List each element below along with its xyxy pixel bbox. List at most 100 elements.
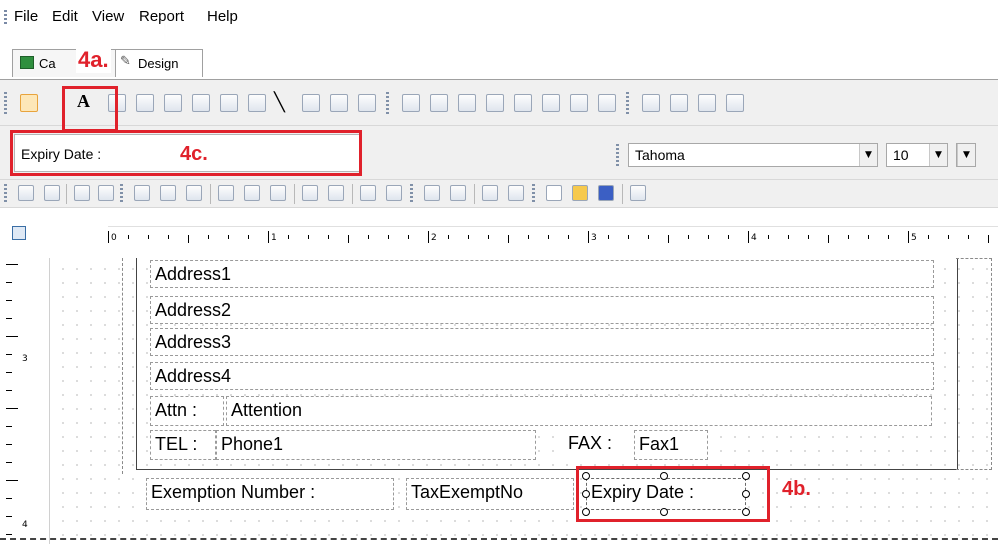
align-centers-icon[interactable] — [160, 185, 176, 201]
font-size-select[interactable]: 10 ▼ — [886, 143, 948, 167]
new-file-icon[interactable] — [546, 185, 562, 201]
field-tool-icon-3[interactable] — [458, 94, 476, 112]
pencil-icon: ✎ — [120, 54, 131, 69]
ruler-tick — [948, 235, 949, 239]
field-tool-icon-6[interactable] — [542, 94, 560, 112]
align-tops-icon[interactable] — [218, 185, 234, 201]
toolbar-grip-4 — [616, 144, 619, 166]
ruler-tick — [808, 235, 809, 239]
vruler-tick — [6, 282, 12, 283]
align-middles-icon[interactable] — [244, 185, 260, 201]
save-icon[interactable] — [598, 185, 614, 201]
vruler-tick — [6, 408, 18, 409]
menu-edit[interactable]: Edit — [52, 8, 78, 25]
field-tool-icon-8[interactable] — [598, 94, 616, 112]
preview-icon[interactable] — [630, 185, 646, 201]
address4-field[interactable]: Address4 — [150, 362, 934, 390]
ruler-tick — [608, 235, 609, 239]
grow-icon[interactable] — [482, 185, 498, 201]
checkbox-tool-icon[interactable] — [136, 94, 154, 112]
rectangle-tool-icon[interactable] — [302, 94, 320, 112]
menu-report[interactable]: Report — [139, 8, 184, 25]
address1-field[interactable]: Address1 — [150, 260, 934, 288]
report-tool-icon-3[interactable] — [698, 94, 716, 112]
menu-file[interactable]: File — [14, 8, 38, 25]
line-tool-icon[interactable]: ╲ — [274, 92, 285, 113]
report-tool-icon-2[interactable] — [670, 94, 688, 112]
ruler-tick — [868, 235, 869, 239]
ruler-tick — [688, 235, 689, 239]
space-vertical-icon[interactable] — [328, 185, 344, 201]
font-color-select[interactable]: ▼ — [956, 143, 976, 167]
move-up-icon[interactable] — [424, 185, 440, 201]
annotation-label-4b: 4b. — [782, 478, 811, 500]
annotation-label-4c: 4c. — [180, 143, 208, 165]
address3-field[interactable]: Address3 — [150, 328, 934, 356]
same-height-icon[interactable] — [386, 185, 402, 201]
report-tool-icon-1[interactable] — [642, 94, 660, 112]
bring-front-icon[interactable] — [74, 185, 90, 201]
toolbar-grip-6 — [120, 184, 123, 204]
ruler-tick — [508, 235, 509, 243]
barcode-tool-icon[interactable] — [330, 94, 348, 112]
font-name-select[interactable]: Tahoma ▼ — [628, 143, 878, 167]
toolbar-grip-3 — [626, 92, 629, 114]
font-name-value: Tahoma — [635, 147, 685, 163]
field-tool-icon-4[interactable] — [486, 94, 504, 112]
menu-help[interactable]: Help — [207, 8, 238, 25]
ruler-tick — [248, 235, 249, 239]
ruler-label: 5 — [911, 233, 917, 243]
align-lefts-icon[interactable] — [134, 185, 150, 201]
field-tool-icon-2[interactable] — [430, 94, 448, 112]
ruler-tick — [408, 235, 409, 239]
address2-field[interactable]: Address2 — [150, 296, 934, 324]
exemption-number-label[interactable]: Exemption Number : — [146, 478, 394, 510]
tab-design[interactable]: ✎ Design — [115, 49, 203, 77]
ruler-tick — [768, 235, 769, 239]
vertical-ruler: 3 4 — [0, 258, 50, 544]
vruler-tick — [6, 354, 12, 355]
chevron-down-icon[interactable]: ▼ — [929, 144, 947, 166]
fax-label[interactable]: FAX : — [564, 430, 630, 460]
fax1-field[interactable]: Fax1 — [634, 430, 708, 460]
section-divider — [0, 538, 998, 540]
ruler-tick — [108, 231, 109, 243]
open-folder-icon[interactable] — [572, 185, 588, 201]
subreport-tool-icon[interactable] — [358, 94, 376, 112]
align-rights-icon[interactable] — [186, 185, 202, 201]
report-explorer-icon[interactable] — [12, 226, 26, 240]
ruler-tick — [788, 235, 789, 239]
send-back-icon[interactable] — [98, 185, 114, 201]
chart-tool-icon[interactable] — [192, 94, 210, 112]
align-center-icon[interactable] — [44, 185, 60, 201]
report-design-surface[interactable]: Address1 Address2 Address3 Address4 Attn… — [0, 258, 998, 544]
report-tool-icon-4[interactable] — [726, 94, 744, 112]
tax-exempt-no-field[interactable]: TaxExemptNo — [406, 478, 574, 510]
space-horizontal-icon[interactable] — [302, 185, 318, 201]
chevron-down-icon[interactable]: ▼ — [957, 144, 975, 166]
menu-view[interactable]: View — [92, 8, 124, 25]
ole-tool-icon[interactable] — [248, 94, 266, 112]
picture-tool-icon[interactable] — [164, 94, 182, 112]
attn-label[interactable]: Attn : — [150, 396, 224, 426]
move-down-icon[interactable] — [450, 185, 466, 201]
phone1-field[interactable]: Phone1 — [216, 430, 536, 460]
ruler-tick — [708, 235, 709, 239]
annotation-box-4b — [576, 466, 770, 522]
chevron-down-icon[interactable]: ▼ — [859, 144, 877, 166]
vruler-label-3: 3 — [22, 354, 28, 364]
menu-grip — [4, 10, 7, 26]
field-tool-icon-7[interactable] — [570, 94, 588, 112]
shrink-icon[interactable] — [508, 185, 524, 201]
field-tool-icon-5[interactable] — [514, 94, 532, 112]
align-left-icon[interactable] — [18, 185, 34, 201]
pointer-tool-icon[interactable] — [20, 94, 38, 112]
align-bottoms-icon[interactable] — [270, 185, 286, 201]
tel-label[interactable]: TEL : — [150, 430, 216, 460]
attention-field[interactable]: Attention — [226, 396, 932, 426]
field-tool-icon-1[interactable] — [402, 94, 420, 112]
ruler-tick — [168, 235, 169, 239]
image-tool-icon[interactable] — [220, 94, 238, 112]
same-width-icon[interactable] — [360, 185, 376, 201]
ruler-tick — [628, 235, 629, 239]
